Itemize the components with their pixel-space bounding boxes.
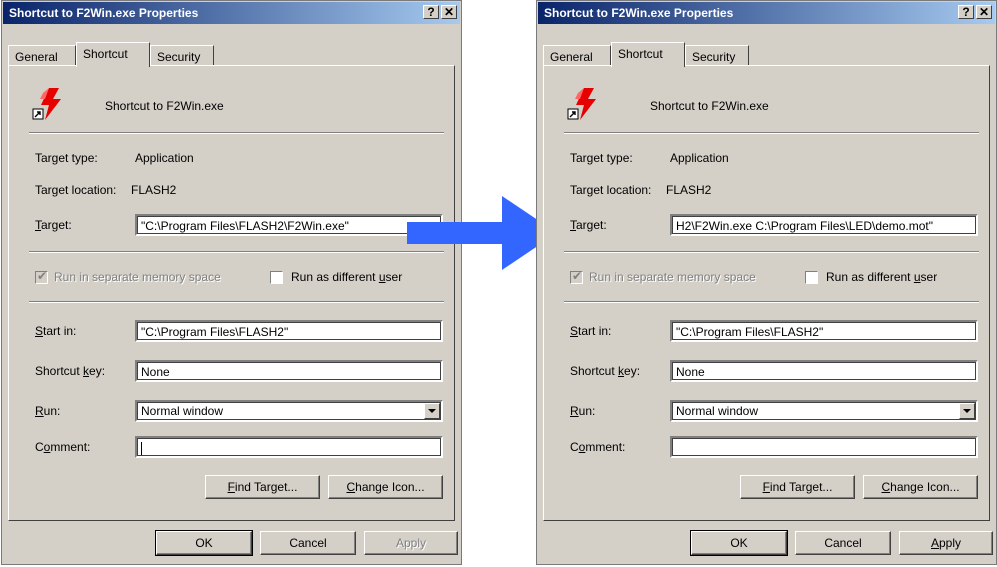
dropdown-arrow-icon[interactable] — [959, 403, 975, 419]
shortcut-key-label: Shortcut key: — [35, 364, 106, 378]
run-as-different-user-checkbox[interactable] — [805, 271, 818, 284]
change-icon-button[interactable]: Change Icon... — [863, 475, 978, 499]
separator — [564, 132, 979, 134]
cancel-button[interactable]: Cancel — [260, 531, 356, 555]
target-location-label: Target location: — [35, 183, 117, 197]
run-as-different-user-label[interactable]: Run as different user — [826, 270, 937, 284]
run-select[interactable]: Normal window — [670, 400, 978, 422]
properties-dialog-after: Shortcut to F2Win.exe Properties ? ✕ Gen… — [536, 0, 997, 565]
close-button[interactable]: ✕ — [441, 5, 457, 19]
start-in-input[interactable]: "C:\Program Files\FLASH2" — [135, 320, 443, 342]
run-separate-memory-label: Run in separate memory space — [589, 270, 756, 284]
close-button[interactable]: ✕ — [976, 5, 992, 19]
target-type-value: Application — [135, 151, 194, 165]
f2win-app-icon — [32, 88, 61, 120]
find-target-button[interactable]: Find Target... — [205, 475, 320, 499]
target-type-label: Target type: — [570, 151, 633, 165]
run-as-different-user-checkbox[interactable] — [270, 271, 283, 284]
window-title: Shortcut to F2Win.exe Properties — [544, 6, 734, 20]
tab-shortcut[interactable]: Shortcut — [611, 42, 685, 67]
help-button[interactable]: ? — [423, 5, 439, 19]
comment-label: Comment: — [35, 440, 91, 454]
target-input[interactable]: "C:\Program Files\FLASH2\F2Win.exe" — [135, 214, 443, 236]
find-target-button[interactable]: Find Target... — [740, 475, 855, 499]
start-in-input[interactable]: "C:\Program Files\FLASH2" — [670, 320, 978, 342]
shortcut-key-input[interactable]: None — [135, 360, 443, 382]
tab-general[interactable]: General — [543, 45, 611, 66]
window-title: Shortcut to F2Win.exe Properties — [9, 6, 199, 20]
tab-security[interactable]: Security — [150, 45, 214, 66]
comment-label: Comment: — [570, 440, 626, 454]
title-bar[interactable]: Shortcut to F2Win.exe Properties ? ✕ — [3, 2, 460, 24]
shortcut-name: Shortcut to F2Win.exe — [650, 99, 769, 113]
ok-button[interactable]: OK — [155, 530, 253, 556]
text-cursor — [141, 441, 142, 456]
start-in-label: Start in: — [570, 324, 612, 338]
target-type-label: Target type: — [35, 151, 98, 165]
target-label: Target: — [570, 218, 607, 232]
cancel-button[interactable]: Cancel — [795, 531, 891, 555]
shortcut-key-input[interactable]: None — [670, 360, 978, 382]
tab-general[interactable]: General — [8, 45, 76, 66]
ok-button[interactable]: OK — [690, 530, 788, 556]
target-type-value: Application — [670, 151, 729, 165]
tab-security[interactable]: Security — [685, 45, 749, 66]
properties-dialog-before: Shortcut to F2Win.exe Properties ? ✕ Gen… — [1, 0, 462, 565]
comment-input[interactable] — [135, 436, 443, 458]
apply-button: Apply — [364, 531, 458, 555]
checkmark-icon: ✔ — [37, 269, 48, 283]
checkmark-icon: ✔ — [572, 269, 583, 283]
separator — [29, 251, 444, 253]
target-input[interactable]: H2\F2Win.exe C:\Program Files\LED\demo.m… — [670, 214, 978, 236]
run-separate-memory-checkbox: ✔ — [35, 269, 48, 284]
tab-shortcut[interactable]: Shortcut — [76, 42, 150, 67]
target-location-value: FLASH2 — [131, 183, 177, 197]
change-icon-button[interactable]: Change Icon... — [328, 475, 443, 499]
run-label: Run: — [570, 404, 596, 418]
comment-input[interactable] — [670, 436, 978, 458]
run-separate-memory-checkbox: ✔ — [570, 269, 583, 284]
right-arrow-icon — [407, 196, 557, 270]
title-bar[interactable]: Shortcut to F2Win.exe Properties ? ✕ — [538, 2, 995, 24]
separator — [564, 301, 979, 303]
help-button[interactable]: ? — [958, 5, 974, 19]
target-location-label: Target location: — [570, 183, 652, 197]
apply-button[interactable]: Apply — [899, 531, 993, 555]
dropdown-arrow-icon[interactable] — [424, 403, 440, 419]
separator — [29, 301, 444, 303]
start-in-label: Start in: — [35, 324, 77, 338]
run-label: Run: — [35, 404, 61, 418]
f2win-app-icon — [567, 88, 596, 120]
run-separate-memory-label: Run in separate memory space — [54, 270, 221, 284]
separator — [564, 251, 979, 253]
separator — [29, 132, 444, 134]
shortcut-name: Shortcut to F2Win.exe — [105, 99, 224, 113]
shortcut-key-label: Shortcut key: — [570, 364, 641, 378]
target-location-value: FLASH2 — [666, 183, 712, 197]
run-select[interactable]: Normal window — [135, 400, 443, 422]
target-label: Target: — [35, 218, 72, 232]
run-as-different-user-label[interactable]: Run as different user — [291, 270, 402, 284]
